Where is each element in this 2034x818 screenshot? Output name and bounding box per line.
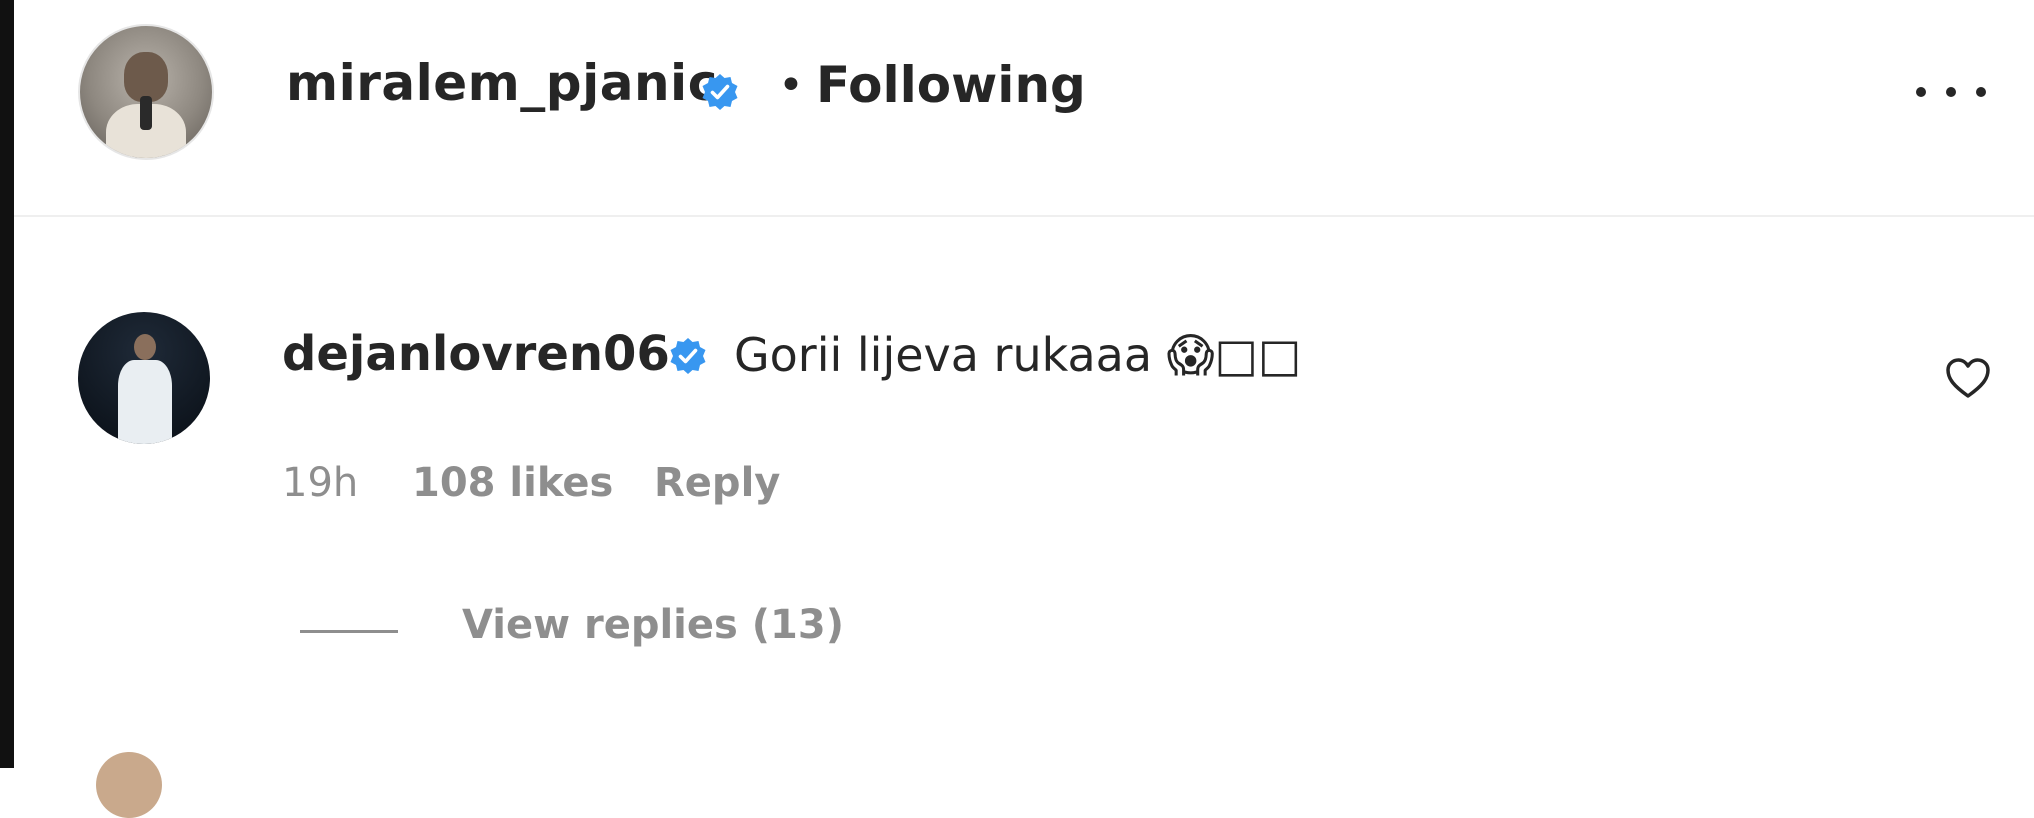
window-left-border bbox=[0, 0, 14, 768]
reply-button[interactable]: Reply bbox=[654, 460, 780, 506]
verified-badge-icon bbox=[670, 338, 706, 374]
comment-avatar[interactable] bbox=[78, 312, 210, 444]
header-avatar[interactable] bbox=[78, 24, 214, 160]
comment-likes[interactable]: 108 likes bbox=[412, 460, 613, 506]
following-button[interactable]: Following bbox=[816, 56, 1086, 114]
heart-outline-icon[interactable] bbox=[1944, 356, 1992, 400]
header-username[interactable]: miralem_pjanic bbox=[286, 54, 718, 112]
next-comment-avatar[interactable] bbox=[96, 752, 162, 818]
comment-text: Gorii lijeva rukaaa 😱□□ bbox=[734, 328, 1302, 382]
header-separator: • bbox=[778, 60, 804, 111]
view-replies-button[interactable]: View replies (13) bbox=[462, 602, 844, 648]
more-options-icon[interactable] bbox=[1916, 72, 1986, 112]
post-header: miralem_pjanic • Following bbox=[14, 0, 2034, 217]
comment-username[interactable]: dejanlovren06 bbox=[282, 326, 670, 382]
replies-divider bbox=[300, 630, 398, 633]
comment-timestamp[interactable]: 19h bbox=[282, 460, 358, 506]
verified-badge-icon bbox=[702, 74, 738, 110]
